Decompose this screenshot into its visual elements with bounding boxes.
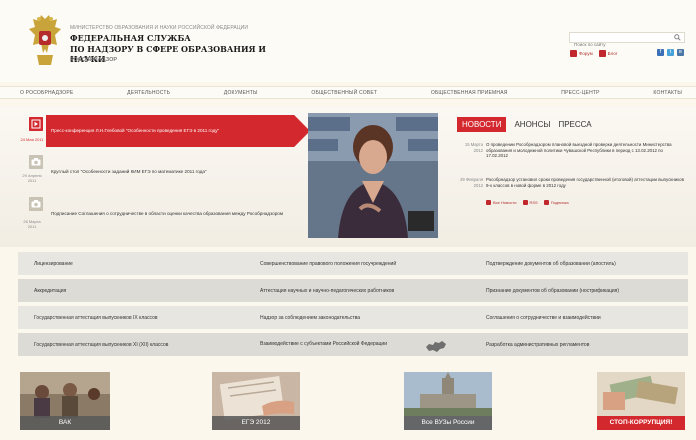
- all-news-label: Все Новости: [493, 200, 517, 205]
- search-icon[interactable]: [674, 34, 681, 41]
- subscribe-icon: [543, 200, 549, 205]
- grid-item-legal-status[interactable]: Совершенствование правового положения го…: [244, 252, 470, 277]
- banner-ege[interactable]: ЕГЭ 2012: [212, 372, 300, 430]
- nav-item-public-council[interactable]: Общественный совет: [311, 87, 377, 98]
- grid-item-accreditation[interactable]: Аккредитация: [18, 279, 244, 304]
- site-header: Министерство образования и науки Российс…: [0, 0, 696, 82]
- banner-stop-corruption[interactable]: СТОП-КОРРУПЦИЯ!: [597, 372, 685, 430]
- grid-item-nostrification[interactable]: Признание документов об образовании (нос…: [470, 279, 688, 304]
- event-title: Пресс-конференция Л.Н.Глебовой "Особенно…: [51, 128, 220, 133]
- nav-item-press-center[interactable]: Пресс-центр: [561, 87, 599, 98]
- tab-news[interactable]: НОВОСТИ: [457, 117, 507, 132]
- banner-vak[interactable]: ВАК: [20, 372, 110, 430]
- ministry-name: Министерство образования и науки Российс…: [70, 25, 249, 31]
- rss-link[interactable]: RSS: [522, 200, 538, 205]
- grid-item-law-supervision[interactable]: Надзор за соблюдением законодательства: [244, 306, 470, 331]
- nav-item-reception[interactable]: Общественная приемная: [431, 87, 508, 98]
- event-date: 26 Марта 2011: [23, 219, 41, 229]
- rss-icon: [522, 200, 528, 205]
- forum-icon: [570, 50, 577, 57]
- banner-universities[interactable]: Все ВУЗы России: [404, 372, 492, 430]
- blog-icon: [598, 50, 606, 57]
- event-date: 29 Апреля 2011: [22, 173, 42, 183]
- nav-item-about[interactable]: О Рособрнадзоре: [20, 87, 73, 98]
- vkontakte-icon[interactable]: в: [677, 49, 684, 56]
- event-date: 24 Мая 2011: [20, 137, 44, 142]
- nav-item-documents[interactable]: Документы: [224, 87, 258, 98]
- news-date: 29 Февраля 2012: [460, 177, 483, 188]
- grid-item-apostille[interactable]: Подтверждение документов об образовании …: [470, 252, 688, 277]
- grid-item-regulations[interactable]: Разработка административных регламентов: [470, 333, 688, 358]
- forum-label: Форум: [579, 51, 593, 56]
- all-news-icon: [486, 200, 491, 205]
- tab-announcements[interactable]: АНОНСЫ: [514, 120, 550, 129]
- subscribe-label: Подписка: [550, 200, 569, 205]
- forum-link[interactable]: Форум: [570, 50, 593, 57]
- news-title[interactable]: Рособрнадзор установил сроки проведения …: [486, 177, 686, 188]
- russia-map-icon: [426, 341, 446, 352]
- all-news-link[interactable]: Все Новости: [486, 200, 517, 205]
- facebook-icon[interactable]: f: [657, 49, 664, 56]
- double-headed-eagle-icon[interactable]: [27, 13, 63, 69]
- news-tabs: НОВОСТИ АНОНСЫ ПРЕССА: [457, 117, 592, 132]
- search-box: [569, 32, 685, 49]
- header-links: Форум Блог: [570, 50, 617, 57]
- banner-universities-label: Все ВУЗы России: [404, 416, 492, 430]
- twitter-icon[interactable]: t: [667, 49, 674, 56]
- press-conference-photo[interactable]: [308, 113, 438, 238]
- grid-item-licensing[interactable]: Лицензирование: [18, 252, 244, 277]
- grid-item-attestation-9[interactable]: Государственная аттестация выпускников I…: [18, 306, 244, 331]
- nav-item-activity[interactable]: Деятельность: [127, 87, 170, 98]
- play-icon[interactable]: [29, 117, 43, 131]
- grid-item-attestation-11[interactable]: Государственная аттестация выпускников X…: [18, 333, 244, 358]
- event-title[interactable]: Круглый стол "Особенности заданий КИМ ЕГ…: [51, 169, 207, 174]
- news-footer-links: Все Новости RSS Подписка: [486, 200, 569, 205]
- news-date: 15 Марта 2012: [464, 142, 483, 153]
- grid-item-attestation-scientists[interactable]: Аттестация научных и научно-педагогическ…: [244, 279, 470, 304]
- nav-item-contacts[interactable]: Контакты: [653, 87, 682, 98]
- social-links: f t в: [657, 49, 684, 56]
- news-title[interactable]: О проведении Рособрнадзором плановой вые…: [486, 142, 686, 159]
- tab-press[interactable]: ПРЕССА: [558, 120, 591, 129]
- grid-item-agreements[interactable]: Соглашения о сотрудничестве и взаимодейс…: [470, 306, 688, 331]
- banner-stop-corruption-label: СТОП-КОРРУПЦИЯ!: [597, 416, 685, 430]
- activity-grid: Лицензирование Совершенствование правово…: [18, 252, 688, 362]
- blog-link[interactable]: Блог: [598, 50, 618, 57]
- page: Министерство образования и науки Российс…: [0, 0, 696, 440]
- blog-label: Блог: [607, 51, 618, 56]
- event-highlight[interactable]: Пресс-конференция Л.Н.Глебовой "Особенно…: [46, 115, 310, 147]
- agency-short-name: РОСОБРНАДЗОР: [70, 57, 118, 63]
- camera-icon[interactable]: [29, 155, 43, 169]
- search-input[interactable]: [570, 40, 670, 49]
- banner-ege-label: ЕГЭ 2012: [212, 416, 300, 430]
- banner-vak-label: ВАК: [20, 416, 110, 430]
- event-title[interactable]: Подписание Соглашения о сотрудничестве в…: [51, 211, 283, 216]
- rss-label: RSS: [529, 200, 538, 205]
- subscribe-link[interactable]: Подписка: [543, 200, 569, 205]
- agency-title-line1: ФЕДЕРАЛЬНАЯ СЛУЖБА: [70, 33, 191, 43]
- main-nav: О Рособрнадзоре Деятельность Документы О…: [0, 86, 696, 99]
- camera-icon[interactable]: [29, 197, 43, 211]
